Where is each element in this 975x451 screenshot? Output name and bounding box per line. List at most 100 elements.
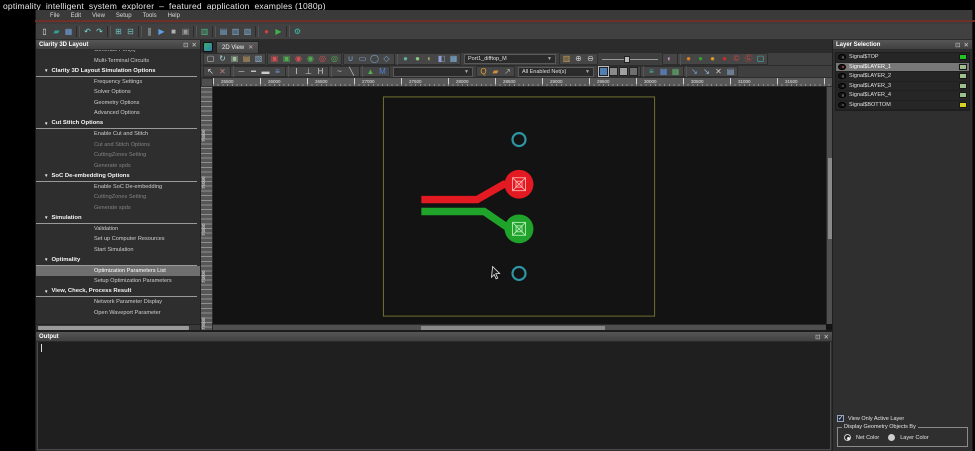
close-icon[interactable]: ✕ — [824, 333, 829, 341]
port-selector-dropdown[interactable]: Port1_difftop_M ▼ — [464, 54, 556, 64]
dock-icon[interactable]: ⊡ — [183, 41, 188, 49]
layer-color-swatch[interactable] — [959, 54, 967, 60]
swatch-blue[interactable] — [599, 67, 608, 76]
visibility-eye-icon[interactable] — [838, 73, 846, 79]
visibility-eye-icon[interactable] — [838, 64, 846, 70]
visibility-eye-icon[interactable] — [838, 54, 846, 60]
equalizer-icon[interactable]: ≡ — [646, 66, 657, 77]
record-icon[interactable]: ● — [261, 26, 272, 37]
refresh-view-icon[interactable]: ↻ — [217, 54, 228, 65]
port-green-box-icon[interactable]: ▣ — [281, 54, 292, 65]
layer-color-swatch[interactable] — [959, 73, 967, 79]
step-icon[interactable]: ▣ — [180, 26, 191, 37]
layer-color-radio[interactable] — [888, 434, 895, 441]
pad-stack-icon[interactable]: ◐ — [424, 54, 435, 65]
layer-color-swatch[interactable] — [959, 92, 967, 98]
curve-icon[interactable]: ~ — [334, 66, 345, 77]
resume-icon[interactable]: ▶ — [273, 26, 284, 37]
tree-item[interactable]: ▼ Start Simulation — [36, 245, 200, 256]
fit-view-icon[interactable]: ▣ — [229, 54, 240, 65]
tree-item[interactable]: ▼ Cut Stitch Options — [36, 119, 197, 130]
undo-icon[interactable]: ↶ — [82, 26, 93, 37]
menu-item[interactable]: Edit — [71, 13, 81, 19]
swatch-gray-3[interactable] — [629, 67, 638, 76]
paste-setup-icon[interactable]: ▥ — [230, 26, 241, 37]
new-file-icon[interactable]: ▯ — [39, 26, 50, 37]
copy-setup-icon[interactable]: ▤ — [218, 26, 229, 37]
redo-icon[interactable]: ↷ — [94, 26, 105, 37]
line-thin-icon[interactable]: ─ — [236, 66, 247, 77]
swatch-gray-1[interactable] — [609, 67, 618, 76]
tree-item[interactable]: ▼ Cut and Stitch Options — [36, 140, 200, 151]
tree-item[interactable]: ▼ Generate spds — [36, 203, 200, 214]
tree-horizontal-scrollbar[interactable] — [36, 324, 200, 330]
cursor-mode-icon[interactable]: ↖ — [205, 66, 216, 77]
canvas-vertical-scrollbar[interactable] — [826, 87, 832, 324]
waveform-icon[interactable]: ▲ — [365, 66, 376, 77]
collapse-arrow-icon[interactable]: ▼ — [44, 68, 48, 73]
layer-palette-icon[interactable]: ▥ — [561, 54, 572, 65]
collapse-arrow-icon[interactable]: ▼ — [44, 215, 48, 220]
layer-color-swatch[interactable] — [959, 64, 967, 70]
tab-close-icon[interactable]: ✕ — [248, 44, 253, 51]
zoom-slider-handle[interactable] — [624, 56, 630, 63]
slope-icon[interactable]: ╲ — [346, 66, 357, 77]
menu-item[interactable]: View — [92, 13, 105, 19]
line-thick-icon[interactable]: ▬ — [260, 66, 271, 77]
close-icon[interactable]: ✕ — [964, 41, 969, 49]
status-amber-icon[interactable]: ● — [707, 54, 718, 65]
tree-item[interactable]: ▼ View, Check, Process Result — [36, 287, 197, 298]
tree-item[interactable]: ▼ Network Parameter Display — [36, 297, 200, 308]
tree-item[interactable]: ▼ Optimality — [36, 255, 197, 266]
zoom-prev-icon[interactable]: ⊞ — [113, 26, 124, 37]
tree-item[interactable]: ▼ Optimization Parameters List — [36, 266, 200, 277]
tree-item[interactable]: ▼ Setup Optimization Parameters — [36, 276, 200, 287]
zoom-in-icon[interactable]: ⊕ — [573, 54, 584, 65]
shape-u-icon[interactable]: ∪ — [345, 54, 356, 65]
dock-icon[interactable]: ⊡ — [955, 41, 960, 49]
layer-row[interactable]: Signal$LAYER_3 — [836, 82, 969, 92]
select-mode-icon[interactable]: ▢ — [205, 54, 216, 65]
tab-2d-view[interactable]: 2D View ✕ — [216, 41, 259, 53]
tree-item[interactable]: ▼ Frequency Settings — [36, 77, 200, 88]
tree-item[interactable]: ▼ Open Waveport Parameter — [36, 308, 200, 319]
tree-item[interactable]: ▼ Enable Cut and Stitch — [36, 129, 200, 140]
copyright-red-icon[interactable]: © — [731, 54, 742, 65]
arrow-down-right-2-icon[interactable]: ↘ — [701, 66, 712, 77]
status-orange-icon[interactable]: ● — [683, 54, 694, 65]
menu-item[interactable]: Setup — [116, 13, 132, 19]
marker-h-icon[interactable]: H — [315, 66, 326, 77]
tree-item[interactable]: ▼ Simulation — [36, 213, 197, 224]
layout-canvas[interactable] — [213, 87, 832, 330]
highlight-folder-icon[interactable]: ▰ — [490, 66, 501, 77]
mesh-box-icon[interactable]: ▦ — [448, 54, 459, 65]
pause-icon[interactable]: ∥ — [144, 26, 155, 37]
layer-row[interactable]: Signal$LAYER_4 — [836, 91, 969, 101]
palette-icon[interactable]: ◐ — [664, 54, 675, 65]
port-red-box-icon[interactable]: ▣ — [269, 54, 280, 65]
canvas-horizontal-scrollbar[interactable] — [213, 324, 826, 330]
ground-red-icon[interactable]: Ⓖ — [743, 54, 754, 65]
layer-row[interactable]: Signal$BOTTOM — [836, 101, 969, 111]
search-icon[interactable]: Q — [478, 66, 489, 77]
shape-circle-icon[interactable]: ◯ — [369, 54, 380, 65]
zoom-next-icon[interactable]: ⊟ — [125, 26, 136, 37]
tree-item[interactable]: ▼ CuttingZones Setting — [36, 150, 200, 161]
marker-t-icon[interactable]: ⊥ — [303, 66, 314, 77]
tree-item[interactable]: ▼ Set up Computer Resources — [36, 234, 200, 245]
export-image-icon[interactable]: ▧ — [253, 54, 264, 65]
open-folder-icon[interactable]: ▰ — [51, 26, 62, 37]
tree-item[interactable]: ▼ Enable SoC De-embedding — [36, 182, 200, 193]
collapse-arrow-icon[interactable]: ▼ — [44, 289, 48, 294]
close-icon[interactable]: ✕ — [192, 41, 197, 49]
tree-item[interactable]: ▼ Generate spds — [36, 161, 200, 172]
visibility-eye-icon[interactable] — [838, 83, 846, 89]
tree-item[interactable]: ▼ Solver Options — [36, 87, 200, 98]
dock-icon[interactable]: ⊡ — [815, 333, 820, 341]
run-icon[interactable]: ▶ — [156, 26, 167, 37]
marker-i-icon[interactable]: Ⅰ — [291, 66, 302, 77]
cancel-small-icon[interactable]: ✕ — [217, 66, 228, 77]
pin-red-icon[interactable]: ◉ — [293, 54, 304, 65]
shape-rect-icon[interactable]: ▭ — [357, 54, 368, 65]
blob-teal-icon[interactable]: ● — [400, 54, 411, 65]
